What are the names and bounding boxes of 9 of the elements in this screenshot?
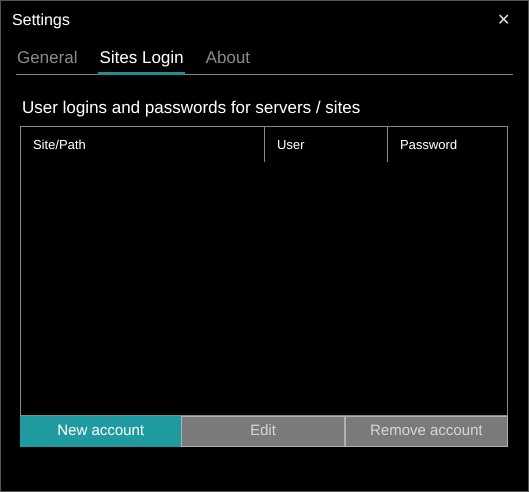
- section-heading: User logins and passwords for servers / sites: [22, 98, 360, 117]
- tab[interactable]: About: [204, 44, 252, 75]
- column-header[interactable]: User: [264, 127, 387, 162]
- window-title: Settings: [12, 10, 70, 30]
- tab[interactable]: Sites Login: [98, 44, 185, 75]
- tab[interactable]: General: [16, 44, 78, 75]
- column-header[interactable]: Site/Path: [21, 127, 264, 162]
- column-header[interactable]: Password: [387, 127, 507, 162]
- close-button[interactable]: ✕: [497, 8, 510, 32]
